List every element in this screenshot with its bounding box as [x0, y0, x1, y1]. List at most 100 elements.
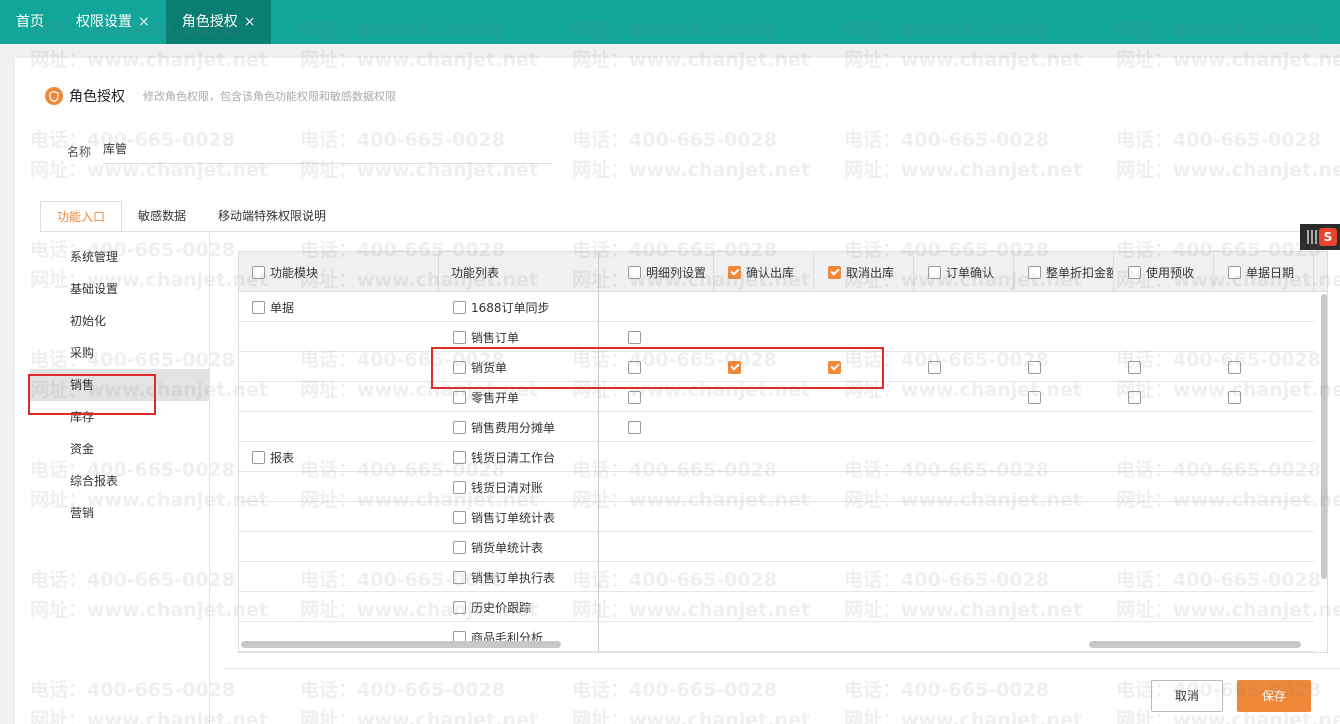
permission-cell [1128, 352, 1141, 382]
column-header-permission-label: 取消出库 [846, 265, 895, 280]
function-cell: 销售订单 [453, 322, 519, 352]
permission-checkbox[interactable] [828, 360, 841, 374]
permission-checkbox[interactable] [1228, 390, 1241, 404]
table-row: 销货单统计表 [239, 532, 1314, 562]
checkbox-all-modules[interactable] [252, 265, 265, 279]
function-checkbox[interactable] [453, 330, 466, 344]
nav-item-init[interactable]: 初始化 [30, 305, 210, 337]
column-select-all-checkbox[interactable] [728, 265, 741, 279]
function-cell: 零售开单 [453, 382, 519, 412]
function-label: 销货单统计表 [471, 540, 544, 555]
main-panel: 角色授权 修改角色权限，包含该角色功能权限和敏感数据权限 名称 库管 功能入口 … [15, 58, 1340, 724]
table-row: 销货单 [239, 352, 1314, 382]
function-label: 零售开单 [471, 390, 520, 405]
nav-item-system[interactable]: 系统管理 [30, 241, 210, 273]
function-cell: 销货单统计表 [453, 532, 543, 562]
permission-checkbox[interactable] [1228, 360, 1241, 374]
function-checkbox[interactable] [453, 300, 466, 314]
column-header-permission-label: 确认出库 [746, 265, 795, 280]
table-row: 历史价跟踪 [239, 592, 1314, 622]
function-cell: 历史价跟踪 [453, 592, 531, 622]
function-cell: 钱货日清工作台 [453, 442, 555, 472]
nav-item-purchase[interactable]: 采购 [30, 337, 210, 369]
function-cell: 钱货日清对账 [453, 472, 543, 502]
function-checkbox[interactable] [453, 480, 466, 494]
nav-item-reports[interactable]: 综合报表 [30, 465, 210, 497]
permission-checkbox[interactable] [628, 420, 641, 434]
table-row: 钱货日清对账 [239, 472, 1314, 502]
permission-checkbox[interactable] [1128, 390, 1141, 404]
vertical-scrollbar[interactable] [1321, 294, 1327, 579]
ime-toolbar[interactable]: S [1300, 224, 1340, 250]
nav-divider [209, 232, 210, 724]
column-select-all-checkbox[interactable] [628, 265, 641, 279]
name-row: 名称 库管 [67, 138, 553, 164]
permission-checkbox[interactable] [928, 360, 941, 374]
permission-checkbox[interactable] [628, 390, 641, 404]
save-button[interactable]: 保存 [1237, 680, 1311, 712]
column-header-permission-label: 单据日期 [1246, 265, 1295, 280]
footer-bar: 取消 保存 [225, 668, 1340, 724]
top-tab-home-label: 首页 [16, 14, 44, 30]
nav-item-funds[interactable]: 资金 [30, 433, 210, 465]
top-tab-role-auth[interactable]: 角色授权 × [165, 0, 272, 44]
column-header-permission: 确认出库 [714, 252, 814, 292]
column-header-permission-label: 使用预收 [1146, 265, 1195, 280]
cancel-button[interactable]: 取消 [1151, 680, 1223, 712]
tab-sensitive-data[interactable]: 敏感数据 [122, 201, 202, 232]
permission-cell [828, 352, 841, 382]
top-tab-permission-settings[interactable]: 权限设置 × [60, 0, 166, 44]
name-label: 名称 [67, 144, 92, 159]
function-checkbox[interactable] [453, 420, 466, 434]
function-cell: 1688订单同步 [453, 292, 550, 322]
module-checkbox[interactable] [252, 300, 265, 314]
function-checkbox[interactable] [453, 600, 466, 614]
tab-mobile-permissions[interactable]: 移动端特殊权限说明 [202, 201, 342, 232]
permission-table: 功能模块 功能列表 明细列设置 确认出库 取消出库 订单确认 整单折扣金额 使用预收 单据日期 … [238, 251, 1328, 653]
column-header-permission-label: 明细列设置 [646, 265, 707, 280]
function-checkbox[interactable] [453, 540, 466, 554]
function-checkbox[interactable] [453, 450, 466, 464]
column-select-all-checkbox[interactable] [928, 265, 941, 279]
top-tab-home[interactable]: 首页 [0, 0, 60, 44]
nav-item-basic-settings[interactable]: 基础设置 [30, 273, 210, 305]
nav-item-sales[interactable]: 销售 [30, 369, 210, 401]
permission-checkbox[interactable] [1128, 360, 1141, 374]
function-checkbox[interactable] [453, 390, 466, 404]
nav-item-inventory[interactable]: 库存 [30, 401, 210, 433]
function-label: 销售费用分摊单 [471, 420, 556, 435]
permission-checkbox[interactable] [628, 360, 641, 374]
function-cell: 销售订单统计表 [453, 502, 555, 532]
permission-checkbox[interactable] [728, 360, 741, 374]
column-select-all-checkbox[interactable] [1228, 265, 1241, 279]
permission-cell [628, 322, 641, 352]
permission-checkbox[interactable] [1028, 390, 1041, 404]
permission-checkbox[interactable] [628, 330, 641, 344]
permission-checkbox[interactable] [1028, 360, 1041, 374]
top-tab-bar: 首页 权限设置 × 角色授权 × [0, 0, 1340, 44]
page-title: 角色授权 [69, 89, 125, 105]
column-header-permission: 使用预收 [1114, 252, 1214, 292]
function-checkbox[interactable] [453, 510, 466, 524]
module-label: 单据 [270, 300, 295, 315]
horizontal-scrollbar-left[interactable] [241, 641, 561, 648]
function-label: 销售订单执行表 [471, 570, 556, 585]
permission-cell [1228, 352, 1241, 382]
page-header: 角色授权 修改角色权限，包含该角色功能权限和敏感数据权限 [45, 86, 396, 106]
module-checkbox[interactable] [252, 450, 265, 464]
permission-cell [928, 352, 941, 382]
name-field[interactable]: 库管 [103, 138, 553, 164]
close-icon[interactable]: × [138, 0, 150, 44]
column-select-all-checkbox[interactable] [1128, 265, 1141, 279]
column-header-module: 功能模块 [239, 252, 439, 292]
function-checkbox[interactable] [453, 360, 466, 374]
function-checkbox[interactable] [453, 570, 466, 584]
tab-function-entry[interactable]: 功能入口 [40, 201, 123, 232]
close-icon[interactable]: × [244, 0, 256, 44]
tab-strip: 功能入口 敏感数据 移动端特殊权限说明 [40, 201, 342, 232]
column-select-all-checkbox[interactable] [828, 265, 841, 279]
horizontal-scrollbar-right[interactable] [1089, 641, 1301, 648]
function-cell: 销售费用分摊单 [453, 412, 555, 442]
column-select-all-checkbox[interactable] [1028, 265, 1041, 279]
nav-item-marketing[interactable]: 营销 [30, 497, 210, 529]
